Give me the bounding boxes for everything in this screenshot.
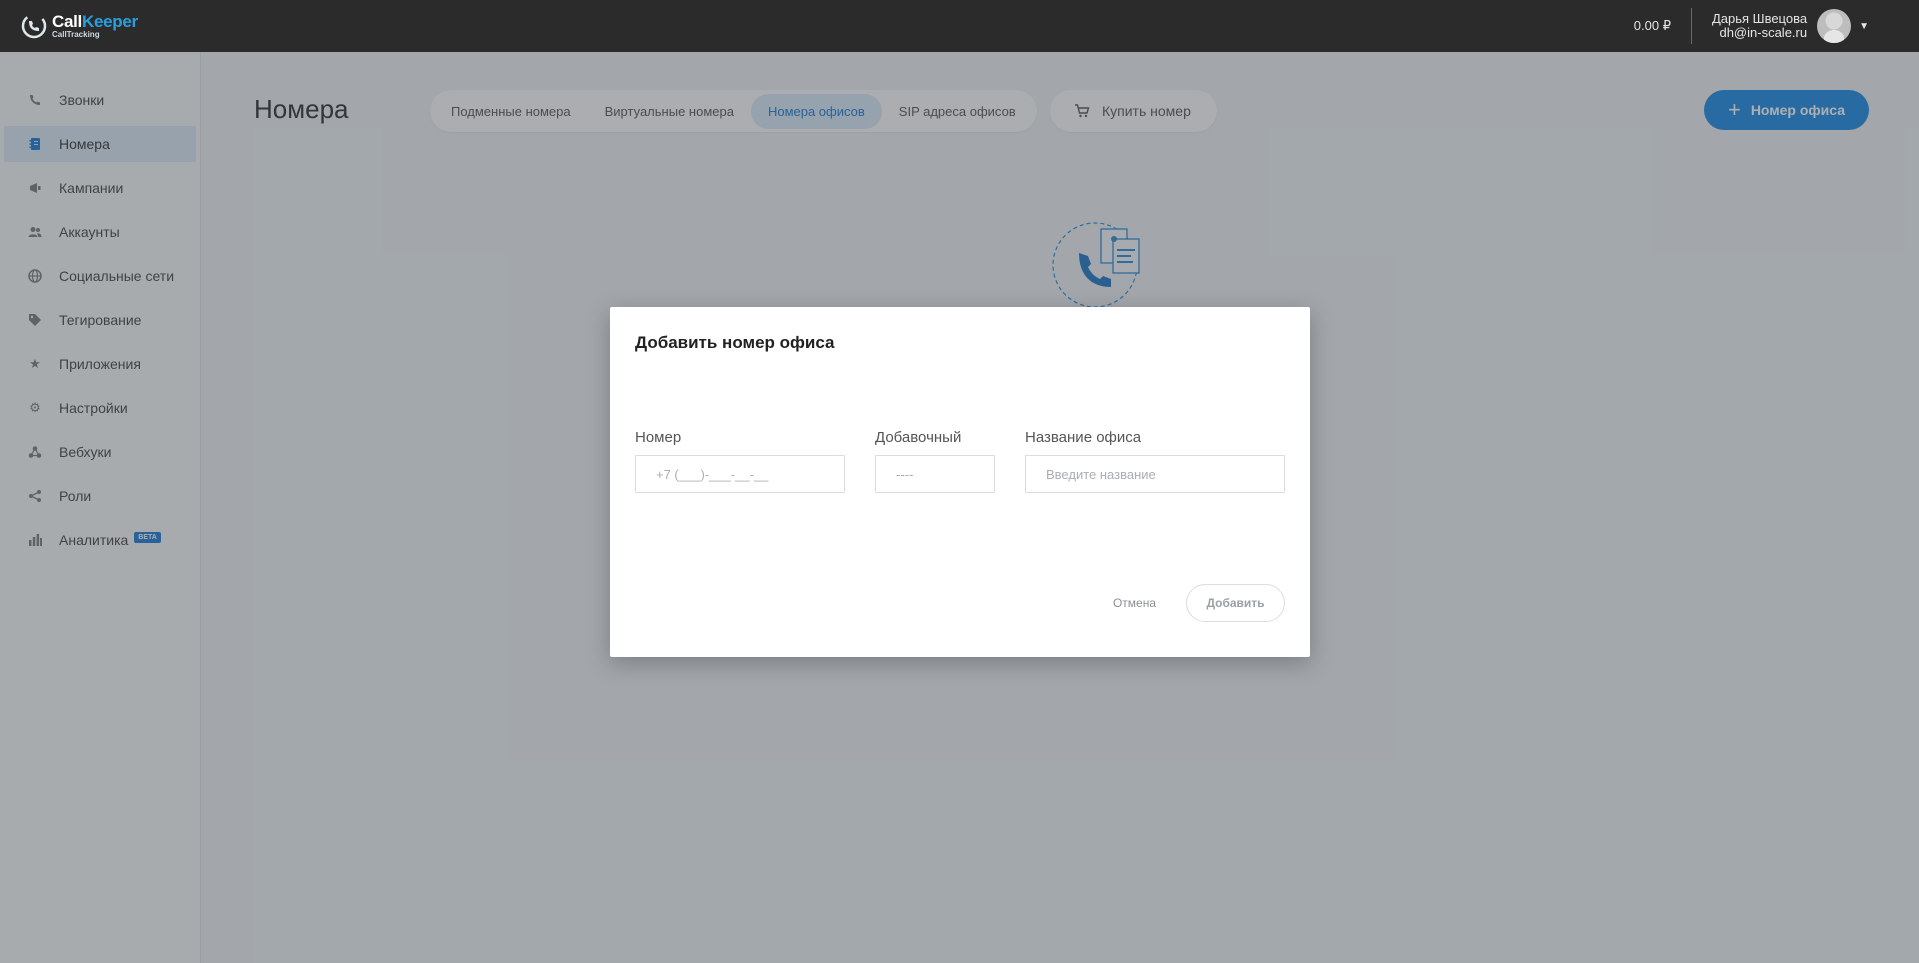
logo[interactable]: CallKeeper CallTracking [20, 12, 138, 40]
user-email: dh@in-scale.ru [1719, 25, 1808, 40]
extension-input[interactable] [875, 455, 995, 493]
number-field-group: Номер [635, 429, 845, 493]
logo-phone-icon [21, 13, 47, 39]
office-name-field-group: Название офиса [1025, 429, 1285, 493]
chevron-down-icon[interactable]: ▼ [1859, 21, 1869, 32]
balance[interactable]: 0.00 ₽ [1634, 18, 1691, 34]
number-input[interactable] [635, 455, 845, 493]
top-bar: CallKeeper CallTracking 0.00 ₽ Дарья Шве… [0, 0, 1919, 52]
office-name-label: Название офиса [1025, 429, 1142, 446]
dialog-title: Добавить номер офиса [635, 333, 835, 352]
add-button[interactable]: Добавить [1186, 584, 1285, 622]
logo-tagline: CallTracking [52, 30, 100, 39]
number-label: Номер [635, 429, 682, 446]
dialog-actions: Отмена Добавить [1113, 584, 1285, 622]
office-name-input[interactable] [1025, 455, 1285, 493]
extension-field-group: Добавочный [875, 429, 995, 493]
logo-text-call: Call [52, 12, 82, 31]
user-name: Дарья Швецова [1711, 11, 1808, 27]
cancel-button[interactable]: Отмена [1113, 596, 1156, 610]
user-info[interactable]: Дарья Швецова dh@in-scale.ru [1712, 12, 1807, 39]
extension-label: Добавочный [875, 429, 962, 446]
avatar[interactable] [1817, 9, 1852, 43]
header-divider [1690, 8, 1692, 44]
logo-text-keeper: Keeper [81, 12, 138, 31]
add-office-number-dialog: Добавить номер офиса Номер Добавочный На… [610, 307, 1310, 657]
